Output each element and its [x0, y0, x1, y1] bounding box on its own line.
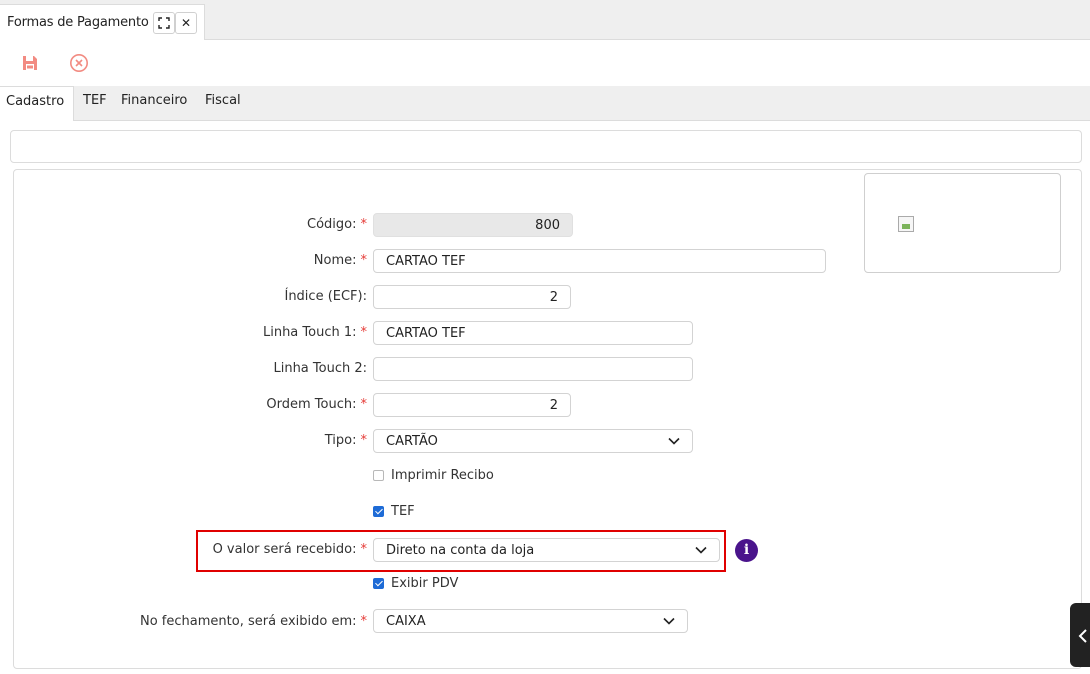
tab-cadastro[interactable]: Cadastro [0, 86, 74, 122]
side-panel-toggle[interactable] [1070, 603, 1090, 667]
indice-ecf-label: Índice (ECF): [284, 289, 367, 304]
linha-touch-1-label: Linha Touch 1: * [262, 325, 367, 340]
form-tabs: Cadastro TEF Financeiro Fiscal [0, 86, 1090, 122]
codigo-label: Código: * [307, 217, 367, 232]
exibir-pdv-box[interactable] [373, 578, 384, 589]
linha-touch-2-label: Linha Touch 2: [273, 361, 367, 376]
tab-tef[interactable]: TEF [83, 86, 107, 121]
linha-touch-2-input[interactable] [373, 357, 693, 381]
imprimir-recibo-checkbox[interactable]: Imprimir Recibo [373, 468, 494, 483]
tef-checkbox[interactable]: TEF [373, 504, 415, 519]
info-icon[interactable]: i [735, 539, 758, 562]
window-tab-formas-de-pagamento[interactable]: Formas de Pagamento ✕ [0, 4, 205, 41]
window-tab-bar: Formas de Pagamento ✕ [0, 0, 1090, 41]
payment-image-box[interactable] [864, 173, 1061, 273]
toolbar [0, 40, 1090, 86]
exibir-pdv-label: Exibir PDV [391, 576, 459, 591]
codigo-input: 800 [373, 213, 573, 237]
broken-image-icon [898, 216, 914, 232]
floppy-disk-icon[interactable] [19, 52, 41, 74]
indice-ecf-input[interactable]: 2 [373, 285, 571, 309]
valor-recebido-label: O valor será recebido: * [212, 542, 367, 557]
chevron-down-icon [668, 437, 680, 445]
close-tab-icon[interactable]: ✕ [175, 12, 197, 34]
tab-financeiro[interactable]: Financeiro [121, 86, 187, 121]
fechamento-select[interactable]: CAIXA [373, 609, 688, 633]
nome-input[interactable]: CARTAO TEF [373, 249, 826, 273]
chevron-left-icon [1078, 629, 1087, 643]
fechamento-value: CAIXA [386, 614, 426, 629]
valor-recebido-select[interactable]: Direto na conta da loja [373, 538, 720, 562]
valor-recebido-value: Direto na conta da loja [386, 543, 535, 558]
tab-fiscal[interactable]: Fiscal [205, 86, 241, 121]
top-empty-box [10, 130, 1082, 163]
chevron-down-icon [663, 617, 675, 625]
linha-touch-1-input[interactable]: CARTAO TEF [373, 321, 693, 345]
tipo-select-value: CARTÃO [386, 434, 438, 449]
tef-label: TEF [391, 504, 415, 519]
window-tab-title: Formas de Pagamento [7, 15, 149, 30]
exibir-pdv-checkbox[interactable]: Exibir PDV [373, 576, 458, 591]
fechamento-label: No fechamento, será exibido em: * [140, 614, 367, 629]
imprimir-recibo-box[interactable] [373, 470, 384, 481]
expand-icon[interactable] [153, 12, 175, 34]
chevron-down-icon [695, 546, 707, 554]
tipo-label: Tipo: * [324, 433, 367, 448]
imprimir-recibo-label: Imprimir Recibo [391, 468, 494, 483]
ordem-touch-input[interactable]: 2 [373, 393, 571, 417]
nome-label: Nome: * [313, 253, 367, 268]
tef-box[interactable] [373, 506, 384, 517]
ordem-touch-label: Ordem Touch: * [266, 397, 367, 412]
circle-x-icon[interactable] [68, 52, 90, 74]
tipo-select[interactable]: CARTÃO [373, 429, 693, 453]
